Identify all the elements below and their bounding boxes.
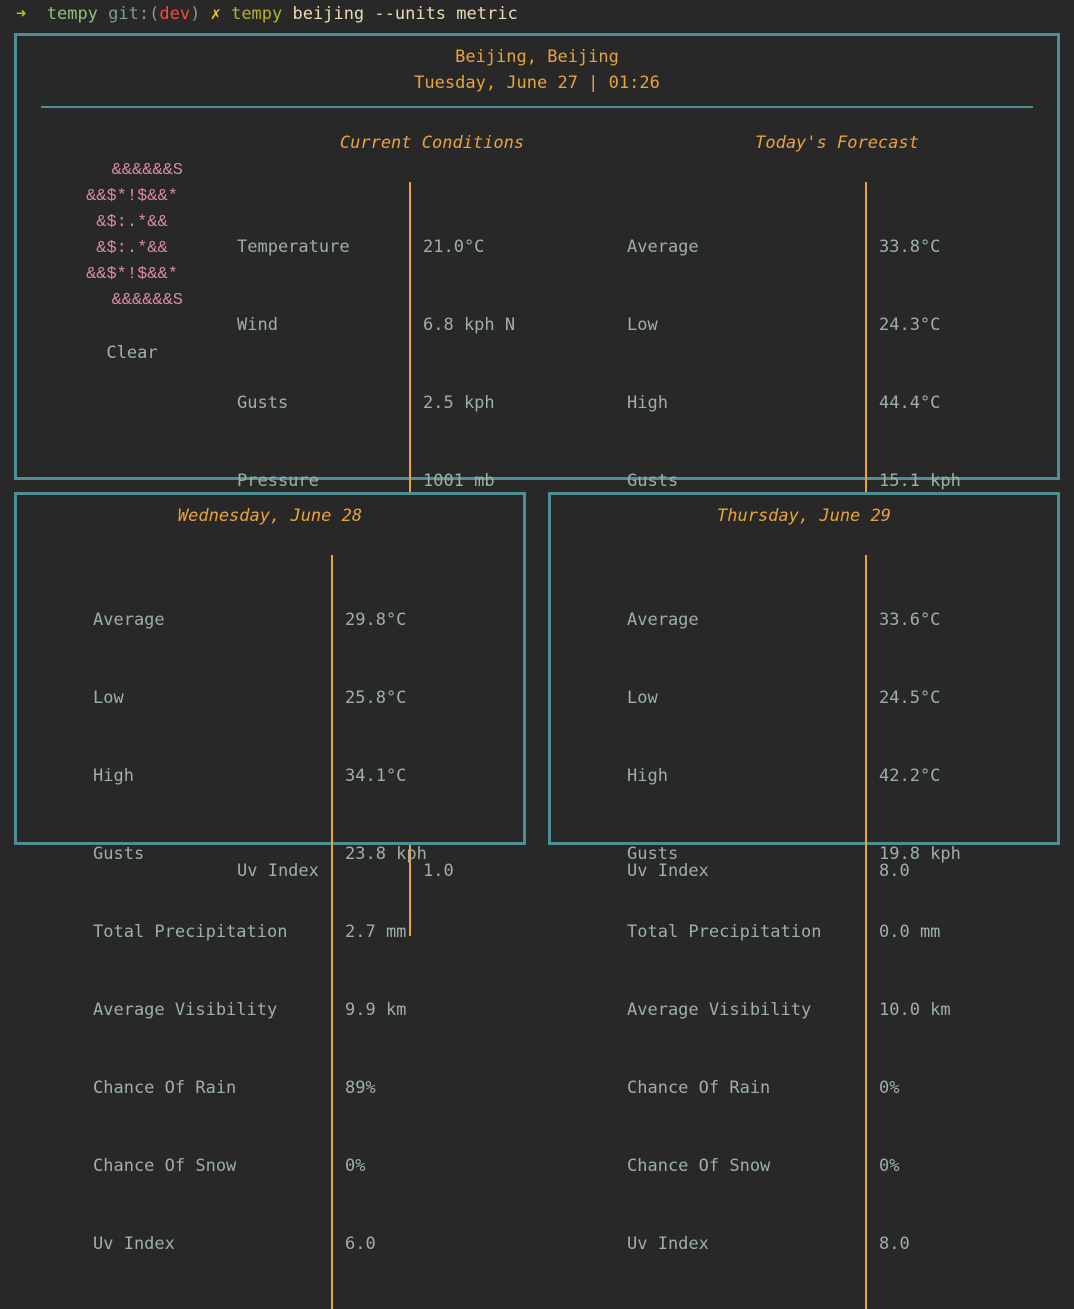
stat-label: Total Precipitation [627,919,865,945]
forecast-day-table: Average Low High Gusts Total Precipitati… [627,555,1047,1309]
prompt-space5 [282,1,292,27]
prompt-arrow-icon: ➜ [16,1,26,27]
prompt-space4 [221,1,231,27]
prompt-space3 [200,1,210,27]
stat-label: Pressure [237,468,409,494]
stat-value: 24.3°C [879,312,981,338]
forecast-day-values: 33.6°C 24.5°C 42.2°C 19.8 kph 0.0 mm 10.… [879,555,981,1309]
header-divider [41,106,1033,108]
column-divider [331,555,333,1309]
forecast-day-body: Average Low High Gusts Total Precipitati… [27,555,513,1309]
stat-value: 15.1 kph [879,468,981,494]
stat-value: 33.6°C [879,607,981,633]
stat-label: Gusts [627,841,865,867]
current-conditions-heading: Current Conditions [237,130,627,156]
stat-label: Gusts [627,468,865,494]
stat-label: Gusts [93,841,331,867]
terminal-prompt-line: ➜ tempy git:(dev) ✗ tempy beijing --unit… [0,0,1074,28]
stat-label: Uv Index [627,1231,865,1257]
stat-value: 6.8 kph N [423,312,525,338]
sun-ascii-art-icon: &&&&&&S &&$*!$&&* &$:.*&& &$:.*&& &&$*!$… [27,158,237,314]
stat-label: Low [93,685,331,711]
stat-label: Chance Of Rain [627,1075,865,1101]
current-weather-panel: Beijing, Beijing Tuesday, June 27 | 01:2… [14,33,1060,480]
prompt-error-icon: ✗ [211,1,221,27]
stat-value: 10.0 km [879,997,981,1023]
stat-value: 21.0°C [423,234,525,260]
prompt-space [26,1,46,27]
stat-value: 44.4°C [879,390,981,416]
stat-label: Low [627,685,865,711]
stat-value: 29.8°C [345,607,447,633]
forecast-day-panel-wednesday: Wednesday, June 28 Average Low High Gust… [14,492,526,845]
stat-value: 19.8 kph [879,841,981,867]
forecast-day-panel-thursday: Thursday, June 29 Average Low High Gusts… [548,492,1060,845]
stat-value: 34.1°C [345,763,447,789]
stat-value: 23.8 kph [345,841,447,867]
stat-label: Temperature [237,234,409,260]
forecast-day-labels: Average Low High Gusts Total Precipitati… [627,555,865,1309]
stat-label: Chance Of Snow [93,1153,331,1179]
forecast-day-labels: Average Low High Gusts Total Precipitati… [93,555,331,1309]
stat-value: 25.8°C [345,685,447,711]
stat-label: Average [627,607,865,633]
stat-label: Average Visibility [93,997,331,1023]
stat-label: Low [627,312,865,338]
forecast-day-title: Wednesday, June 28 [27,503,513,529]
forecast-day-values: 29.8°C 25.8°C 34.1°C 23.8 kph 2.7 mm 9.9… [345,555,447,1309]
forecast-day-body: Average Low High Gusts Total Precipitati… [561,555,1047,1309]
stat-value: 2.5 kph [423,390,525,416]
stat-label: Average [627,234,865,260]
column-divider [865,555,867,1309]
stat-label: Gusts [237,390,409,416]
prompt-arguments: beijing --units metric [293,1,518,27]
stat-value: 1001 mb [423,468,525,494]
prompt-git-suffix: ) [190,1,200,27]
prompt-command: tempy [231,1,282,27]
stat-label: Chance Of Snow [627,1153,865,1179]
stat-value: 33.8°C [879,234,981,260]
stat-value: 9.9 km [345,997,447,1023]
prompt-directory: tempy [47,1,98,27]
stat-value: 42.2°C [879,763,981,789]
stat-value: 8.0 [879,1231,981,1257]
prompt-git-branch: dev [159,1,190,27]
stat-value: 0% [879,1075,981,1101]
stat-value: 6.0 [345,1231,447,1257]
forecast-day-table: Average Low High Gusts Total Precipitati… [93,555,513,1309]
condition-label: Clear [27,340,237,366]
stat-label: High [627,763,865,789]
stat-label: Uv Index [93,1231,331,1257]
stat-label: Total Precipitation [93,919,331,945]
stat-label: Chance Of Rain [93,1075,331,1101]
stat-value: 24.5°C [879,685,981,711]
prompt-git-prefix: git:( [108,1,159,27]
stat-value: 0.0 mm [879,919,981,945]
todays-forecast-heading: Today's Forecast [627,130,1047,156]
forecast-day-title: Thursday, June 29 [561,503,1047,529]
stat-label: Average [93,607,331,633]
stat-value: 0% [345,1153,447,1179]
stat-label: High [627,390,865,416]
stat-value: 0% [879,1153,981,1179]
stat-value: 89% [345,1075,447,1101]
stat-value: 2.7 mm [345,919,447,945]
stat-label: High [93,763,331,789]
datetime-subtitle: Tuesday, June 27 | 01:26 [27,70,1047,96]
stat-label: Wind [237,312,409,338]
stat-label: Average Visibility [627,997,865,1023]
prompt-space2 [98,1,108,27]
location-title: Beijing, Beijing [27,44,1047,70]
